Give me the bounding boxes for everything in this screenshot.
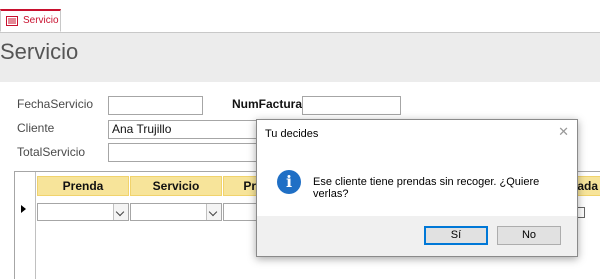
- record-selector-column: [15, 172, 36, 279]
- yes-button[interactable]: Sí: [424, 226, 488, 245]
- close-icon[interactable]: ✕: [558, 125, 569, 138]
- info-icon: i: [277, 170, 301, 194]
- tab-label: Servicio: [23, 15, 59, 26]
- servicio-combo[interactable]: [130, 203, 222, 221]
- column-header-servicio[interactable]: Servicio: [130, 176, 222, 196]
- document-tab-strip: Servicio: [0, 0, 600, 33]
- totalservicio-label: TotalServicio: [17, 145, 86, 159]
- column-header-prenda[interactable]: Prenda: [37, 176, 129, 196]
- current-record-arrow-icon: [21, 205, 26, 213]
- fechaservicio-label: FechaServicio: [17, 97, 94, 111]
- dialog-content-area: Tu decides ✕ i Ese cliente tiene prendas…: [257, 120, 577, 216]
- cliente-combo[interactable]: Ana Trujillo: [108, 120, 258, 139]
- dialog-title: Tu decides: [265, 128, 319, 140]
- chevron-down-icon[interactable]: [113, 204, 128, 220]
- numfactura-field[interactable]: [302, 96, 401, 115]
- cliente-label: Cliente: [17, 121, 55, 135]
- prenda-combo[interactable]: [37, 203, 129, 221]
- form-icon: [6, 16, 18, 26]
- fechaservicio-field[interactable]: [108, 96, 203, 115]
- form-header: Servicio: [0, 33, 600, 82]
- numfactura-label: NumFactura: [232, 97, 303, 111]
- chevron-down-icon[interactable]: [206, 204, 221, 220]
- page-title: Servicio: [0, 39, 79, 64]
- dialog-message: Ese cliente tiene prendas sin recoger. ¿…: [313, 176, 540, 200]
- tab-servicio[interactable]: Servicio: [0, 9, 61, 32]
- totalservicio-field[interactable]: [108, 143, 258, 162]
- no-button[interactable]: No: [497, 226, 561, 245]
- message-dialog: Tu decides ✕ i Ese cliente tiene prendas…: [256, 119, 578, 257]
